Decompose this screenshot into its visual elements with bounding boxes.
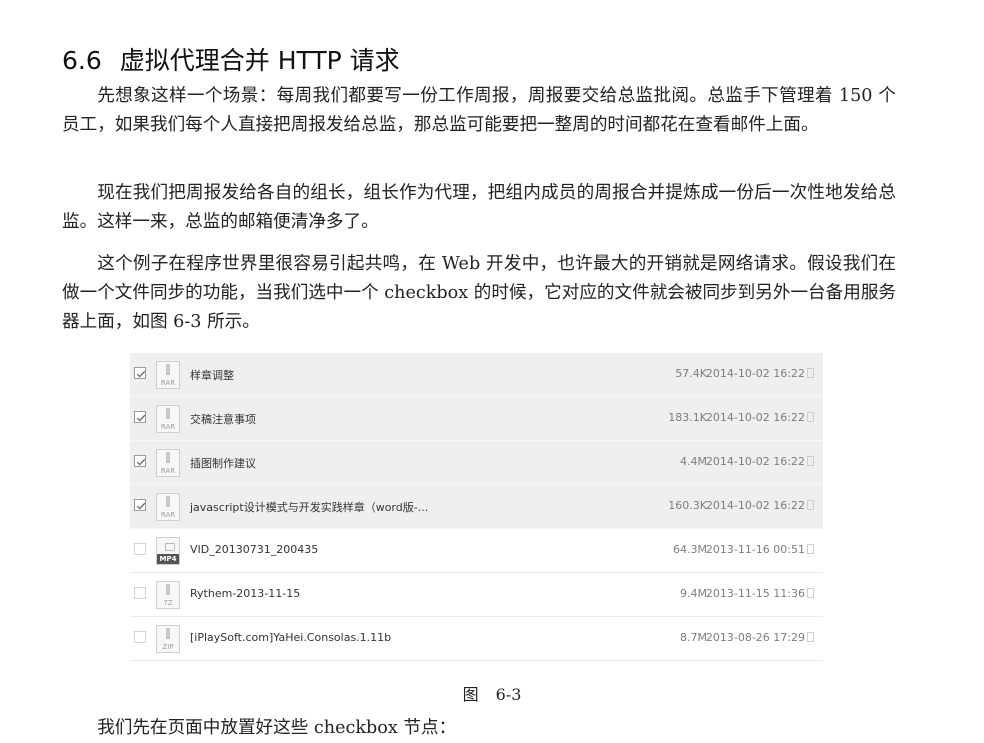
file-row[interactable]: RAR javascript设计模式与开发实践样章（word版-... 160.3K… bbox=[130, 485, 823, 529]
file-row[interactable]: RAR 样章调整 57.4K 2014-10-02 16:22 bbox=[130, 353, 823, 397]
file-size: 57.4K bbox=[675, 367, 707, 380]
paragraph-network-request: 这个例子在程序世界里很容易引起共鸣，在 Web 开发中，也许最大的开销就是网络请… bbox=[62, 254, 897, 332]
file-type-label: RAR bbox=[160, 511, 176, 519]
zipper-icon bbox=[166, 496, 170, 507]
file-checkbox[interactable] bbox=[134, 543, 146, 555]
file-date: 2014-10-02 16:22 bbox=[705, 411, 805, 424]
rar-file-icon: RAR bbox=[156, 493, 180, 521]
file-size: 9.4M bbox=[680, 587, 707, 600]
file-name[interactable]: 样章调整 bbox=[190, 367, 234, 383]
file-date: 2013-11-16 00:51 bbox=[705, 543, 805, 556]
paragraph-team-leader-proxy: 现在我们把周报发给各自的组长，组长作为代理，把组内成员的周报合并提炼成一份后一次… bbox=[62, 183, 896, 232]
file-type-label: 7Z bbox=[163, 599, 173, 607]
file-checkbox[interactable] bbox=[134, 499, 146, 511]
section-number: 6.6 bbox=[62, 45, 102, 75]
paragraph-checkbox-nodes: 我们先在页面中放置好这些 checkbox 节点： bbox=[97, 718, 457, 738]
row-action-icon[interactable] bbox=[807, 500, 814, 510]
file-name[interactable]: 交稿注意事项 bbox=[190, 411, 256, 427]
row-action-icon[interactable] bbox=[807, 368, 814, 378]
figure-caption: 图 6-3 bbox=[462, 685, 522, 704]
row-action-icon[interactable] bbox=[807, 456, 814, 466]
camera-icon bbox=[165, 543, 175, 551]
file-name[interactable]: Rythem-2013-11-15 bbox=[190, 587, 300, 600]
file-row[interactable]: RAR 插图制作建议 4.4M 2014-10-02 16:22 bbox=[130, 441, 823, 485]
zipper-icon bbox=[166, 452, 170, 463]
file-date: 2013-11-15 11:36 bbox=[705, 587, 805, 600]
paragraph-weekly-report: 先想象这样一个场景：每周我们都要写一份工作周报，周报要交给总监批阅。总监手下管理… bbox=[62, 86, 896, 135]
file-checkbox[interactable] bbox=[134, 455, 146, 467]
file-checkbox[interactable] bbox=[134, 587, 146, 599]
zipper-icon bbox=[166, 584, 170, 595]
section-title: 虚拟代理合并 HTTP 请求 bbox=[119, 45, 400, 75]
file-date: 2014-10-02 16:22 bbox=[705, 367, 805, 380]
file-row[interactable]: RAR 交稿注意事项 183.1K 2014-10-02 16:22 bbox=[130, 397, 823, 441]
file-size: 183.1K bbox=[668, 411, 707, 424]
row-action-icon[interactable] bbox=[807, 544, 814, 554]
file-type-label: RAR bbox=[160, 379, 176, 387]
file-type-label: MP4 bbox=[157, 554, 179, 564]
file-name[interactable]: VID_20130731_200435 bbox=[190, 543, 318, 556]
row-action-icon[interactable] bbox=[807, 412, 814, 422]
file-size: 160.3K bbox=[668, 499, 707, 512]
file-name[interactable]: 插图制作建议 bbox=[190, 455, 256, 471]
file-type-label: RAR bbox=[160, 423, 176, 431]
rar-file-icon: RAR bbox=[156, 449, 180, 477]
rar-file-icon: RAR bbox=[156, 361, 180, 389]
file-checkbox[interactable] bbox=[134, 367, 146, 379]
row-action-icon[interactable] bbox=[807, 632, 814, 642]
7z-file-icon: 7Z bbox=[156, 581, 180, 609]
file-date: 2013-08-26 17:29 bbox=[705, 631, 805, 644]
file-checkbox[interactable] bbox=[134, 631, 146, 643]
rar-file-icon: RAR bbox=[156, 405, 180, 433]
file-row[interactable]: 7Z Rythem-2013-11-15 9.4M 2013-11-15 11:36 bbox=[130, 573, 823, 617]
file-row[interactable]: MP4 VID_20130731_200435 64.3M 2013-11-16 00… bbox=[130, 529, 823, 573]
zipper-icon bbox=[166, 364, 170, 375]
zip-file-icon: ZIP bbox=[156, 625, 180, 653]
file-type-label: ZIP bbox=[162, 643, 174, 651]
file-size: 4.4M bbox=[680, 455, 707, 468]
file-date: 2014-10-02 16:22 bbox=[705, 499, 805, 512]
file-name[interactable]: [iPlaySoft.com]YaHei.Consolas.1.11b bbox=[190, 631, 391, 644]
zipper-icon bbox=[166, 628, 170, 639]
file-size: 64.3M bbox=[673, 543, 707, 556]
file-date: 2014-10-02 16:22 bbox=[705, 455, 805, 468]
file-checkbox[interactable] bbox=[134, 411, 146, 423]
file-name[interactable]: javascript设计模式与开发实践样章（word版-... bbox=[190, 499, 428, 515]
file-size: 8.7M bbox=[680, 631, 707, 644]
file-row[interactable]: ZIP [iPlaySoft.com]YaHei.Consolas.1.11b 8.… bbox=[130, 617, 823, 661]
mp4-file-icon: MP4 bbox=[156, 537, 180, 565]
file-sync-list: RAR 样章调整 57.4K 2014-10-02 16:22 RAR 交稿注意事项 183… bbox=[130, 353, 823, 661]
zipper-icon bbox=[166, 408, 170, 419]
section-heading: 6.6 虚拟代理合并 HTTP 请求 bbox=[62, 41, 400, 77]
file-type-label: RAR bbox=[160, 467, 176, 475]
row-action-icon[interactable] bbox=[807, 588, 814, 598]
